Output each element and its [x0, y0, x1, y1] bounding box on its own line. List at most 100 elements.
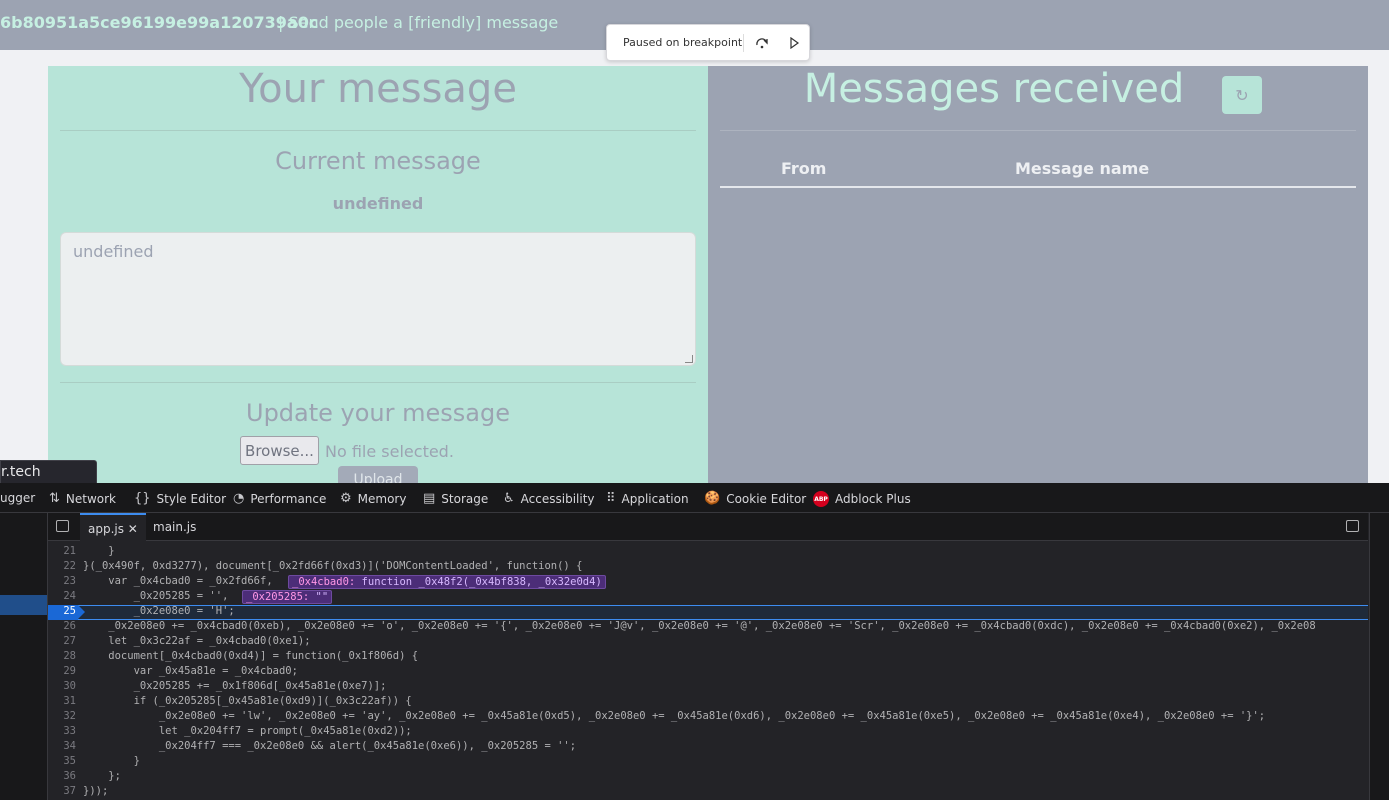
adblock-plus-icon: ABP [813, 491, 829, 507]
network-icon: ⇅ [49, 491, 60, 506]
code-line: })); [83, 785, 109, 797]
line-number[interactable]: 37 [48, 785, 76, 797]
resume-icon[interactable] [784, 33, 804, 53]
devtools-tabbar: ugger ⇅ Network {} Style Editor ◔ Performan… [0, 483, 1389, 513]
browse-button[interactable]: Browse... [240, 436, 319, 465]
tab-application[interactable]: ⠿ Application [606, 491, 689, 506]
line-number[interactable]: 33 [48, 725, 76, 737]
overlay-divider [743, 34, 744, 52]
divider [60, 130, 696, 131]
line-number[interactable]: 35 [48, 755, 76, 767]
line-number[interactable]: 28 [48, 650, 76, 662]
tab-label: ugger [0, 491, 36, 505]
toggle-right-pane-icon[interactable] [1346, 520, 1359, 532]
code-line: } [83, 545, 115, 557]
line-number[interactable]: 24 [48, 590, 76, 602]
devtools-panel: ugger ⇅ Network {} Style Editor ◔ Performan… [0, 483, 1389, 800]
no-file-label: No file selected. [325, 442, 454, 461]
preview-key: _0x205285: [246, 591, 310, 603]
memory-icon: ⚙ [340, 491, 352, 506]
selected-tree-item[interactable] [0, 595, 47, 615]
tab-accessibility[interactable]: ♿ Accessibility [503, 491, 595, 506]
refresh-button[interactable]: ↻ [1222, 76, 1262, 114]
line-number[interactable]: 32 [48, 710, 76, 722]
paused-label: Paused on breakpoint [623, 36, 743, 49]
code-line: } [83, 755, 140, 767]
debugger-right-pane [1369, 513, 1389, 800]
step-over-icon[interactable] [752, 33, 772, 53]
code-line: }(_0x490f, 0xd3277), document[_0x2fd66f(… [83, 560, 583, 572]
url-tooltip: r.tech [0, 460, 97, 484]
divider [60, 382, 696, 383]
variable-preview-1: _0x4cbad0: function _0x48f2(_0x4bf838, _… [288, 575, 606, 589]
cookie-icon: 🍪 [704, 491, 721, 506]
code-line: _0x2e08e0 = 'H'; [83, 605, 235, 617]
line-number[interactable]: 29 [48, 665, 76, 677]
page-tagline: | Send people a [friendly] message [278, 13, 559, 32]
code-line: _0x205285 = '', [83, 590, 229, 602]
tab-label: Accessibility [520, 491, 595, 506]
sources-sidebar [0, 513, 48, 800]
line-number[interactable]: 23 [48, 575, 76, 587]
code-editor[interactable]: 21 22 23 24 25 26 27 28 29 30 31 32 33 34 35 36 37 } }(_0… [48, 541, 1368, 800]
divider [720, 130, 1356, 131]
source-tab-app-js[interactable]: app.js ✕ [80, 513, 146, 541]
code-line: _0x2e08e0 += _0x4cbad0(0xeb), _0x2e08e0 … [83, 620, 1316, 632]
tab-label: Memory [357, 491, 407, 506]
textarea-value: undefined [73, 242, 154, 261]
storage-icon: ▤ [423, 491, 436, 506]
page-hash: 6b80951a5ce96199e99a120739a0c [0, 13, 319, 32]
toggle-sidebar-icon[interactable] [56, 520, 69, 532]
tab-label: Performance [250, 491, 327, 506]
code-line: var _0x4cbad0 = _0x2fd66f, [83, 575, 273, 587]
current-message-name: undefined [332, 194, 424, 213]
tab-label: Adblock Plus [835, 492, 911, 506]
refresh-icon: ↻ [1235, 85, 1249, 105]
variable-preview-2: _0x205285: "" [242, 590, 333, 604]
line-number[interactable]: 21 [48, 545, 76, 557]
line-number[interactable]: 30 [48, 680, 76, 692]
tab-network[interactable]: ⇅ Network [49, 491, 116, 506]
tab-label: Network [65, 491, 117, 506]
source-tabbar: app.js ✕ main.js [48, 513, 1368, 541]
line-number[interactable]: 36 [48, 770, 76, 782]
code-line: if (_0x205285[_0x45a81e(0xd9)](_0x3c22af… [83, 695, 412, 707]
application-icon: ⠿ [606, 491, 616, 506]
line-number[interactable]: 22 [48, 560, 76, 572]
tab-debugger[interactable]: ugger [0, 491, 35, 505]
code-line: }; [83, 770, 121, 782]
code-line: document[_0x4cbad0(0xd4)] = function(_0x… [83, 650, 419, 662]
update-message-heading: Update your message [246, 399, 510, 427]
messages-received-title: Messages received [803, 66, 1185, 112]
code-line: _0x205285 += _0x1f806d[_0x45a81e(0xe7)]; [83, 680, 387, 692]
debugger-paused-overlay: Paused on breakpoint [606, 24, 810, 61]
app-root: 6b80951a5ce96199e99a120739a0c | Send peo… [0, 0, 1389, 800]
line-number[interactable]: 34 [48, 740, 76, 752]
line-number[interactable]: 31 [48, 695, 76, 707]
tab-performance[interactable]: ◔ Performance [233, 491, 326, 506]
current-message-heading: Current message [275, 147, 481, 175]
tab-adblock-plus[interactable]: ABP Adblock Plus [813, 491, 911, 507]
accessibility-icon: ♿ [503, 491, 515, 506]
tab-label: Application [621, 491, 689, 506]
message-textarea[interactable]: undefined [60, 232, 696, 366]
tab-label: Storage [441, 491, 489, 506]
code-line: let _0x204ff7 = prompt(_0x45a81e(0xd2)); [83, 725, 412, 737]
code-line: _0x2e08e0 += 'lw', _0x2e08e0 += 'ay', _0… [83, 710, 1266, 722]
table-header-rule [720, 186, 1356, 188]
source-tab-main-js[interactable]: main.js [153, 520, 196, 534]
tab-memory[interactable]: ⚙ Memory [340, 491, 406, 506]
tab-cookie-editor[interactable]: 🍪 Cookie Editor [704, 491, 806, 506]
your-message-panel: Your message Current message undefined u… [48, 66, 708, 486]
resize-handle-icon[interactable] [685, 355, 693, 363]
column-header-from: From [781, 159, 827, 178]
column-header-message-name: Message name [1015, 159, 1150, 178]
tab-style-editor[interactable]: {} Style Editor [134, 491, 226, 506]
line-number[interactable]: 25 [48, 605, 76, 617]
tab-label: Style Editor [156, 491, 227, 506]
line-number[interactable]: 26 [48, 620, 76, 632]
tab-storage[interactable]: ▤ Storage [423, 491, 488, 506]
paused-line-highlight [48, 605, 1368, 620]
messages-received-panel: Messages received ↻ From Message name [708, 66, 1368, 486]
line-number[interactable]: 27 [48, 635, 76, 647]
